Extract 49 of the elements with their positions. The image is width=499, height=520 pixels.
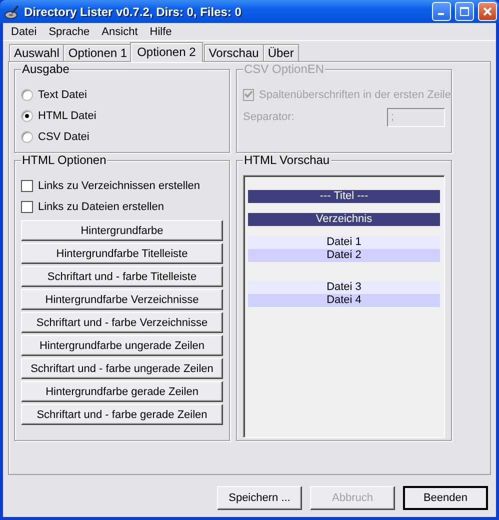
menu-item[interactable]: Datei	[5, 26, 43, 38]
color-button[interactable]: Hintergrundfarbe	[21, 220, 223, 241]
color-button[interactable]: Hintergrundfarbe Verzeichnisse	[21, 289, 223, 310]
preview-title-bar: --- Titel ---	[248, 190, 440, 203]
checkbox-label: Links zu Dateien erstellen	[38, 200, 164, 212]
color-button[interactable]: Schriftart und - farbe Titelleiste	[21, 266, 223, 287]
close-icon	[483, 7, 492, 16]
maximize-icon	[460, 7, 469, 16]
separator-label: Separator:	[243, 111, 294, 123]
preview-file-row: Datei 2	[248, 249, 440, 262]
color-button[interactable]: Schriftart und - farbe Verzeichnisse	[21, 312, 223, 333]
preview-file-row: Datei 3	[248, 281, 440, 294]
group-title: Ausgabe	[21, 63, 70, 76]
group-title: CSV OptionEN	[243, 63, 326, 76]
preview-file-row: Datei 1	[248, 236, 440, 249]
tab[interactable]: Vorschau	[204, 44, 264, 61]
dialog-button[interactable]: Speichern ...	[217, 486, 302, 510]
checkbox[interactable]	[21, 200, 33, 212]
radio-label: Text Datei	[38, 88, 87, 100]
radio-button[interactable]	[21, 130, 33, 142]
menu-item[interactable]: Ansicht	[96, 26, 144, 38]
window-title: Directory Lister v0.7.2, Dirs: 0, Files: 0	[24, 4, 242, 18]
group-title: HTML Vorschau	[243, 154, 331, 167]
radio-label: CSV Datei	[38, 130, 90, 142]
color-button[interactable]: Hintergrundfarbe gerade Zeilen	[21, 381, 223, 402]
color-button[interactable]: Hintergrundfarbe Titelleiste	[21, 243, 223, 264]
maximize-button[interactable]	[455, 2, 474, 21]
checkbox-label: Links zu Verzeichnissen erstellen	[38, 180, 200, 192]
color-button[interactable]: Schriftart und - farbe ungerade Zeilen	[21, 358, 223, 379]
tab[interactable]: Optionen 2	[130, 42, 203, 62]
menu-item[interactable]: Sprache	[42, 26, 96, 38]
tab[interactable]: Auswahl	[9, 44, 64, 61]
checkbox[interactable]	[21, 180, 33, 192]
minimize-button[interactable]	[432, 2, 451, 21]
preview-file-row: Datei 4	[248, 294, 440, 307]
tab[interactable]: Über	[262, 44, 299, 61]
radio-label: HTML Datei	[38, 110, 96, 122]
dialog-button[interactable]: Beenden	[403, 486, 488, 510]
checkbox-label: Spaltenüberschriften in der ersten Zeile	[259, 88, 451, 100]
tab[interactable]: Optionen 1	[63, 44, 132, 61]
color-button[interactable]: Hintergrundfarbe ungerade Zeilen	[21, 335, 223, 356]
disc-icon	[4, 4, 20, 20]
menu-item[interactable]: Hilfe	[144, 26, 178, 38]
preview-directory-row: Verzeichnis	[248, 213, 440, 226]
color-button[interactable]: Schriftart und - farbe gerade Zeilen	[21, 404, 223, 425]
radio-button[interactable]	[21, 110, 33, 122]
group-title: HTML Optionen	[21, 154, 108, 167]
radio-button[interactable]	[21, 88, 33, 100]
close-button[interactable]	[478, 2, 497, 21]
